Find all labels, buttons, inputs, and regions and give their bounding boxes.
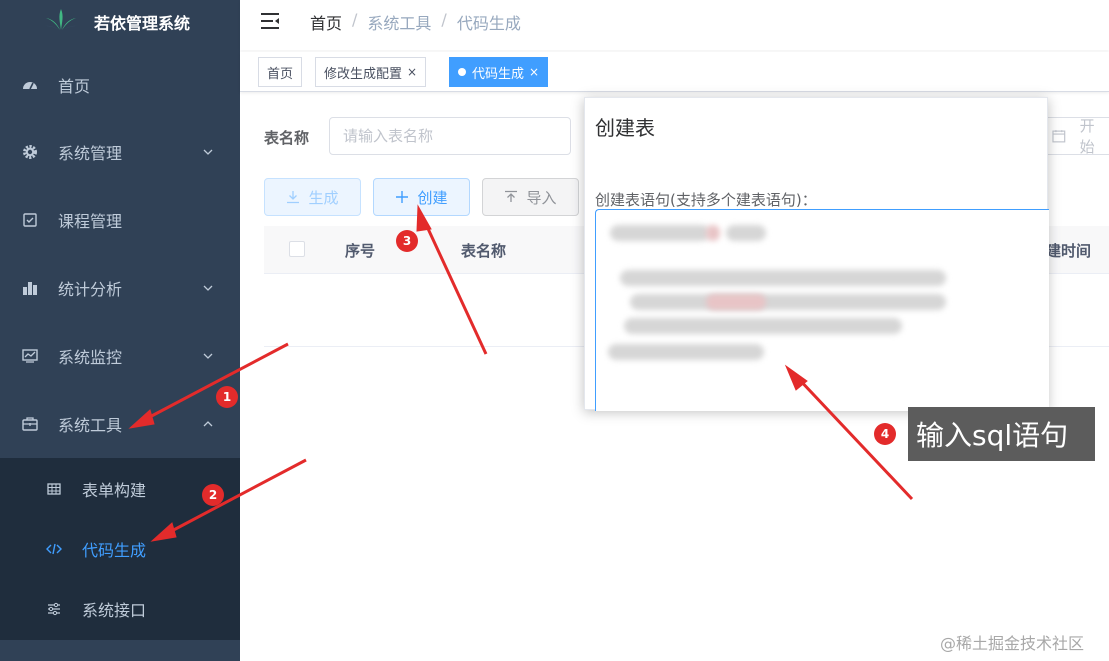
- table-icon: [47, 483, 61, 495]
- watermark: @稀土掘金技术社区: [940, 634, 1085, 653]
- gear-icon: [23, 145, 37, 159]
- tag-home[interactable]: 首页: [258, 57, 303, 87]
- annotation-callout: 输入sql语句: [908, 407, 1095, 461]
- chevron-down-icon: [203, 285, 213, 291]
- navbar: 首页 / 系统工具 / 代码生成: [240, 0, 1109, 50]
- sidebar-item-system-api[interactable]: 系统接口: [0, 581, 240, 637]
- sidebar-item-course-management[interactable]: 课程管理: [0, 192, 240, 248]
- create-table-dialog: 创建表 创建表语句(支持多个建表语句)：: [584, 97, 1049, 411]
- sidebar-item-label: 系统监控: [58, 348, 123, 367]
- date-start-placeholder: 开始: [1079, 117, 1095, 156]
- dialog-title: 创建表: [595, 116, 655, 140]
- breadcrumb-current: 代码生成: [456, 14, 521, 33]
- column-header-index: 序号: [345, 242, 376, 260]
- sidebar-item-system-management[interactable]: 系统管理: [0, 124, 240, 180]
- create-label: 创建: [417, 188, 448, 207]
- close-icon[interactable]: ×: [529, 65, 539, 79]
- bar-chart-icon: [23, 282, 37, 295]
- date-range-picker[interactable]: 开始: [1046, 117, 1109, 156]
- generate-label: 生成: [308, 188, 339, 207]
- blurred-text: [624, 318, 902, 334]
- blurred-text: [726, 225, 766, 241]
- table-name-label: 表名称: [264, 129, 310, 147]
- chevron-up-icon: [203, 421, 213, 427]
- create-button[interactable]: 创建: [373, 178, 470, 216]
- blurred-text: [630, 294, 946, 310]
- column-header-create-time: 建时间: [1046, 242, 1092, 260]
- tag-label: 修改生成配置: [324, 66, 403, 82]
- blurred-text: [620, 270, 946, 286]
- import-button[interactable]: 导入: [482, 178, 579, 216]
- sidebar-item-system-monitor[interactable]: 系统监控: [0, 328, 240, 384]
- breadcrumb-system-tools: 系统工具: [367, 14, 432, 33]
- generate-button[interactable]: 生成: [264, 178, 361, 216]
- sidebar-item-home[interactable]: 首页: [0, 57, 240, 113]
- chevron-down-icon: [203, 149, 213, 155]
- select-all-checkbox[interactable]: [289, 241, 305, 257]
- hamburger-icon[interactable]: [260, 11, 280, 31]
- upload-icon: [505, 190, 518, 202]
- tag-label: 代码生成: [472, 66, 525, 82]
- blurred-text: [608, 344, 764, 360]
- import-label: 导入: [526, 188, 557, 207]
- active-dot-icon: [458, 68, 466, 76]
- download-icon: [287, 191, 300, 204]
- sidebar-item-label: 首页: [58, 77, 91, 96]
- plus-icon: [396, 191, 409, 203]
- sql-textarea[interactable]: [595, 209, 1049, 411]
- sql-textarea-label: 创建表语句(支持多个建表语句)：: [595, 191, 817, 209]
- sidebar-footer: [0, 640, 240, 661]
- annotation-badge-1: 1: [216, 386, 238, 408]
- calendar-icon: [1052, 130, 1066, 143]
- annotation-badge-4: 4: [874, 423, 896, 445]
- sidebar-item-label: 系统工具: [58, 416, 123, 435]
- sidebar: 若依管理系统 首页 系统管理 课程管理 统计分析 系统监控 系统工具 表单构建: [0, 0, 240, 661]
- logo-icon: [44, 9, 78, 30]
- sliders-icon: [48, 602, 60, 616]
- monitor-icon: [22, 349, 38, 363]
- sidebar-item-code-generation[interactable]: 代码生成: [0, 521, 240, 577]
- breadcrumb: 首页 / 系统工具 / 代码生成: [310, 10, 521, 34]
- blurred-text: [706, 294, 766, 310]
- dashboard-icon: [23, 82, 37, 90]
- sidebar-item-label: 课程管理: [58, 212, 123, 231]
- logo[interactable]: 若依管理系统: [0, 0, 240, 42]
- breadcrumb-home[interactable]: 首页: [310, 10, 342, 34]
- system-tools-submenu: 表单构建 代码生成 系统接口: [0, 458, 240, 640]
- sidebar-item-label: 系统管理: [58, 144, 123, 163]
- breadcrumb-separator: /: [352, 10, 358, 29]
- sidebar-item-label: 系统接口: [82, 601, 147, 620]
- toolbox-icon: [22, 417, 38, 431]
- tags-view: 首页 修改生成配置 × 代码生成 ×: [240, 52, 1109, 92]
- chevron-down-icon: [203, 353, 213, 359]
- tag-label: 首页: [267, 66, 294, 82]
- sidebar-item-label: 统计分析: [58, 280, 123, 299]
- app-title: 若依管理系统: [94, 14, 191, 33]
- breadcrumb-separator: /: [441, 10, 447, 29]
- sidebar-item-label: 表单构建: [82, 481, 147, 500]
- column-header-table-name: 表名称: [461, 242, 507, 260]
- sidebar-item-system-tools[interactable]: 系统工具: [0, 396, 240, 452]
- tag-code-generation[interactable]: 代码生成 ×: [449, 57, 549, 87]
- code-icon: [46, 543, 62, 555]
- checkbox-icon: [23, 213, 37, 227]
- tag-edit-gen-config[interactable]: 修改生成配置 ×: [315, 57, 427, 87]
- table-name-input[interactable]: [329, 117, 571, 155]
- annotation-badge-3: 3: [396, 230, 418, 252]
- sidebar-item-statistics[interactable]: 统计分析: [0, 260, 240, 316]
- annotation-badge-2: 2: [202, 484, 224, 506]
- sidebar-item-label: 代码生成: [82, 541, 147, 560]
- blurred-text: [706, 225, 720, 241]
- blurred-text: [610, 225, 710, 241]
- close-icon[interactable]: ×: [407, 65, 417, 79]
